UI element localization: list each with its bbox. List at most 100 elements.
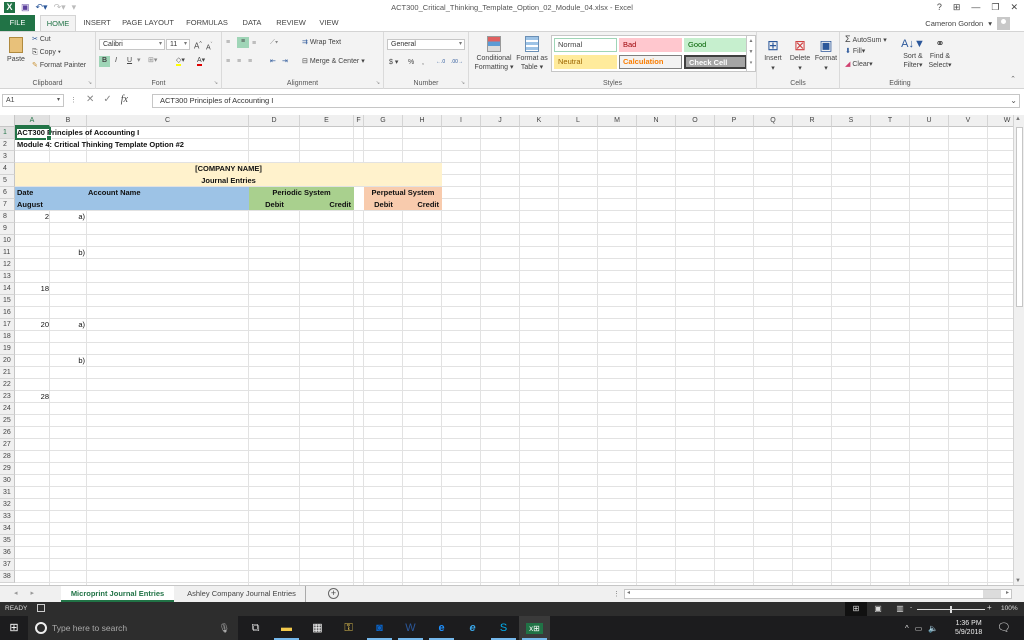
row-header-34[interactable]: 34: [0, 523, 15, 535]
format-as-table-button[interactable]: Format as Table ▾: [516, 36, 548, 72]
row-header-14[interactable]: 14: [0, 283, 15, 295]
scroll-thumb[interactable]: [1016, 127, 1023, 307]
column-header-c[interactable]: C: [87, 115, 249, 127]
row-header-8[interactable]: 8: [0, 211, 15, 223]
style-bad[interactable]: Bad: [619, 38, 682, 52]
row-header-3[interactable]: 3: [0, 151, 15, 163]
column-header-d[interactable]: D: [249, 115, 300, 127]
row-header-25[interactable]: 25: [0, 415, 15, 427]
row-header-28[interactable]: 28: [0, 451, 15, 463]
collapse-ribbon-icon[interactable]: ⌃: [1010, 75, 1016, 85]
row-header-16[interactable]: 16: [0, 307, 15, 319]
vertical-scrollbar[interactable]: ▲ ▼: [1013, 115, 1024, 585]
style-calculation[interactable]: Calculation: [619, 55, 682, 69]
column-header-v[interactable]: V: [949, 115, 988, 127]
account-name-header[interactable]: Account Name: [88, 187, 141, 199]
column-header-n[interactable]: N: [637, 115, 676, 127]
page-break-view-icon[interactable]: ▥: [889, 602, 911, 616]
style-neutral[interactable]: Neutral: [554, 55, 617, 69]
column-header-s[interactable]: S: [832, 115, 871, 127]
column-header-g[interactable]: G: [364, 115, 403, 127]
autosum-button[interactable]: Σ AutoSum ▾: [845, 34, 887, 46]
next-sheet-icon[interactable]: ▸: [31, 589, 35, 597]
row-header-12[interactable]: 12: [0, 259, 15, 271]
font-size-select[interactable]: 11 ▾: [166, 39, 190, 50]
dialog-launcher-icon[interactable]: ↘: [461, 80, 465, 86]
font-name-select[interactable]: Calibri ▾: [99, 39, 165, 50]
macro-recording-icon[interactable]: [37, 604, 45, 612]
action-center-icon[interactable]: 🗨: [997, 621, 1011, 634]
entry-part[interactable]: a): [50, 319, 85, 331]
tab-data[interactable]: DATA: [237, 15, 267, 31]
currency-button[interactable]: $ ▾: [389, 58, 398, 68]
tab-view[interactable]: VIEW: [315, 15, 343, 31]
row-header-13[interactable]: 13: [0, 271, 15, 283]
row-header-2[interactable]: 2: [0, 139, 15, 151]
entry-part[interactable]: b): [50, 247, 85, 259]
sheet-tab-microprint[interactable]: Microprint Journal Entries: [61, 586, 174, 602]
help-icon[interactable]: ?: [937, 2, 942, 13]
percent-button[interactable]: %: [408, 58, 414, 68]
style-normal[interactable]: Normal: [554, 38, 617, 52]
network-icon[interactable]: ▭: [915, 624, 923, 633]
zoom-level[interactable]: 100%: [1001, 605, 1018, 612]
column-header-h[interactable]: H: [403, 115, 442, 127]
zoom-slider-knob[interactable]: [950, 606, 952, 613]
row-header-7[interactable]: 7: [0, 199, 15, 211]
row-header-35[interactable]: 35: [0, 535, 15, 547]
row-header-30[interactable]: 30: [0, 475, 15, 487]
bottom-align-icon[interactable]: ≡: [252, 39, 256, 49]
cut-button[interactable]: ✂ Cut: [32, 35, 51, 45]
task-view-icon[interactable]: ⧉: [240, 616, 271, 640]
column-header-r[interactable]: R: [793, 115, 832, 127]
number-format-select[interactable]: General ▾: [387, 39, 465, 50]
prev-sheet-icon[interactable]: ◂: [14, 589, 18, 597]
increase-decimal-icon[interactable]: ←.0: [436, 57, 445, 67]
edge-icon[interactable]: e: [426, 616, 457, 640]
row-header-32[interactable]: 32: [0, 499, 15, 511]
keys-icon[interactable]: ⚿: [333, 616, 364, 640]
column-header-p[interactable]: P: [715, 115, 754, 127]
fill-button[interactable]: ⬇ Fill▾: [845, 47, 865, 57]
middle-align-icon[interactable]: ≡: [237, 37, 249, 48]
row-header-24[interactable]: 24: [0, 403, 15, 415]
cancel-icon[interactable]: ✕: [86, 94, 94, 105]
entry-date[interactable]: 28: [15, 391, 49, 403]
windows-start-icon[interactable]: ⊞: [0, 616, 28, 640]
column-header-o[interactable]: O: [676, 115, 715, 127]
underline-dropdown-icon[interactable]: ▾: [137, 56, 141, 66]
align-left-icon[interactable]: ≡: [226, 57, 230, 67]
row-header-38[interactable]: 38: [0, 571, 15, 583]
row-header-27[interactable]: 27: [0, 439, 15, 451]
fill-color-button[interactable]: ◇▾: [176, 56, 185, 66]
style-check-cell[interactable]: Check Cell: [684, 55, 747, 69]
column-header-m[interactable]: M: [598, 115, 637, 127]
sort-filter-button[interactable]: A↓▼ Sort & Filter▾: [900, 36, 926, 70]
row-header-37[interactable]: 37: [0, 559, 15, 571]
column-header-e[interactable]: E: [300, 115, 354, 127]
word-icon[interactable]: W: [395, 616, 426, 640]
scroll-left-icon[interactable]: ◂: [627, 589, 630, 596]
shrink-font-button[interactable]: Aˇ: [206, 40, 212, 53]
row-header-23[interactable]: 23: [0, 391, 15, 403]
dialog-launcher-icon[interactable]: ↘: [88, 80, 92, 86]
paste-button[interactable]: Paste: [5, 37, 27, 65]
row-header-33[interactable]: 33: [0, 511, 15, 523]
align-center-icon[interactable]: ≡: [237, 57, 241, 67]
scroll-up-icon[interactable]: ▲: [1015, 116, 1021, 122]
orientation-icon[interactable]: ⟋▾: [270, 38, 278, 48]
zoom-slider[interactable]: [917, 606, 985, 613]
entry-date[interactable]: 18: [15, 283, 49, 295]
file-explorer-icon[interactable]: ▬: [271, 616, 302, 640]
row-header-21[interactable]: 21: [0, 367, 15, 379]
perpetual-debit-header[interactable]: Debit: [364, 199, 403, 211]
column-header-t[interactable]: T: [871, 115, 910, 127]
volume-icon[interactable]: 🔈: [928, 624, 938, 633]
minimize-icon[interactable]: —: [971, 2, 980, 13]
entry-part[interactable]: b): [50, 355, 85, 367]
excel-taskbar-icon[interactable]: x⊞: [519, 616, 550, 640]
journal-entries-heading[interactable]: Journal Entries: [15, 175, 442, 187]
company-name[interactable]: [COMPANY NAME]: [15, 163, 442, 175]
worksheet-grid[interactable]: A B C D E F G H I J K L M N O P Q R S T U V W 1 2 3 4 5 6 7 8 9 10 11 12 13…: [0, 115, 1013, 585]
tab-file[interactable]: FILE: [0, 15, 35, 31]
